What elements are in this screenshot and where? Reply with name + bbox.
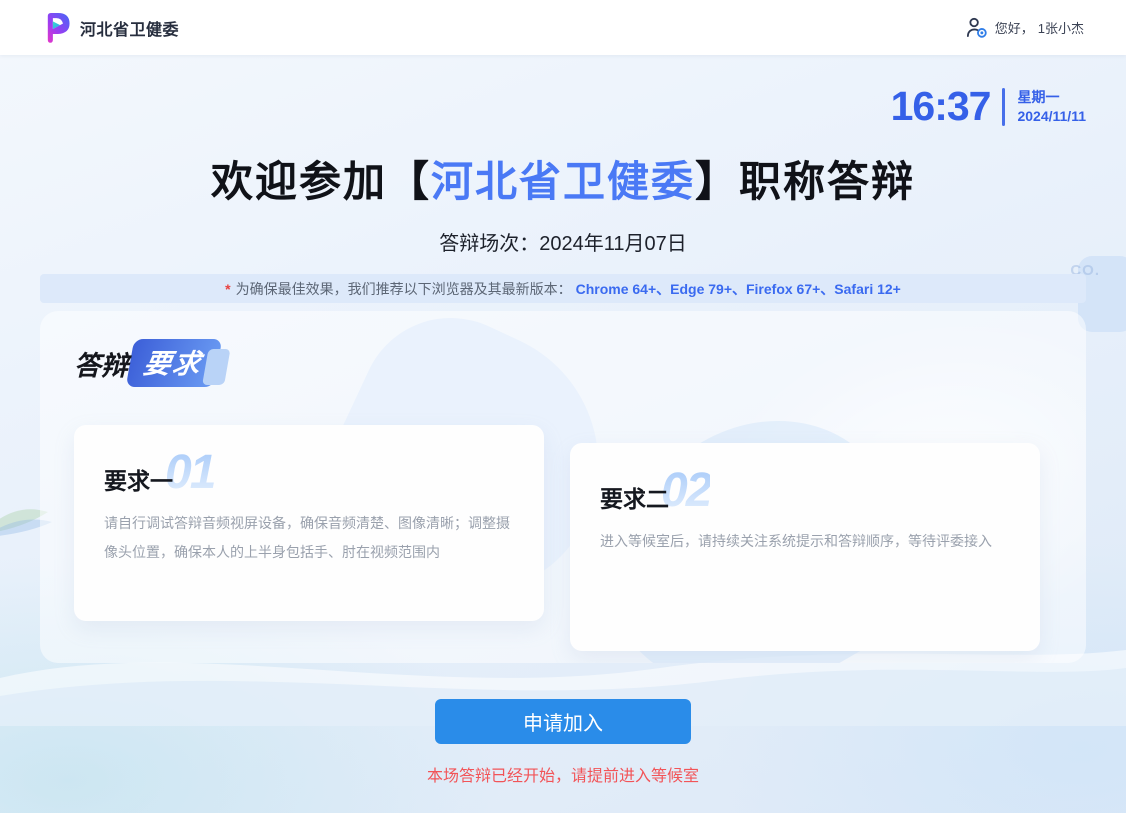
top-header: 河北省卫健委 您好，1张小杰 (0, 0, 1126, 55)
user-greeting: 您好，1张小杰 (995, 18, 1084, 37)
requirement-card-1: 要求一 01 请自行调试答辩音频视屏设备，确保音频清楚、图像清晰；调整摄像头位置… (74, 425, 544, 621)
clock-block: 16:37 星期一 2024/11/11 (891, 86, 1086, 127)
clock-divider (1002, 88, 1005, 126)
required-asterisk: * (225, 281, 230, 297)
user-avatar-icon (965, 16, 988, 39)
clock-date: 2024/11/11 (1017, 107, 1086, 126)
brand: 河北省卫健委 (42, 11, 179, 44)
section-label-plain: 答辩 (74, 344, 134, 383)
notice-text: 为确保最佳效果，我们推荐以下浏览器及其最新版本： (236, 279, 572, 299)
section-label: 答辩 要求 (74, 339, 218, 387)
clock-weekday: 星期一 (1017, 88, 1086, 107)
apply-join-button[interactable]: 申请加入 (435, 699, 691, 744)
clock-time: 16:37 (891, 86, 991, 127)
notice-browser-list: Chrome 64+、Edge 79+、Firefox 67+、Safari 1… (576, 279, 901, 299)
requirement-1-title: 要求一 (104, 462, 173, 496)
org-name: 河北省卫健委 (431, 158, 695, 205)
brand-name: 河北省卫健委 (80, 16, 179, 40)
requirement-2-body: 进入等候室后，请持续关注系统提示和答辩顺序，等待评委接入 (600, 527, 1010, 556)
username: 1张小杰 (1038, 21, 1084, 36)
session-info: 答辩场次：2024年11月07日 (0, 227, 1126, 256)
app-logo-icon (42, 11, 71, 44)
join-defense-page: 河北省卫健委 您好，1张小杰 CO. 16:37 星期一 (0, 0, 1126, 813)
requirement-2-title: 要求二 (600, 480, 669, 514)
section-label-badge: 要求 (126, 339, 222, 387)
browser-notice-banner: * 为确保最佳效果，我们推荐以下浏览器及其最新版本： Chrome 64+、Ed… (40, 274, 1086, 303)
user-account[interactable]: 您好，1张小杰 (965, 16, 1084, 39)
session-started-warning: 本场答辩已经开始，请提前进入等候室 (0, 762, 1126, 786)
requirements-panel: 答辩 要求 要求一 01 请自行调试答辩音频视屏设备，确保音频清楚、图像清晰；调… (40, 311, 1086, 663)
requirement-1-body: 请自行调试答辩音频视屏设备，确保音频清楚、图像清晰；调整摄像头位置，确保本人的上… (104, 509, 514, 566)
page-title: 欢迎参加【河北省卫健委】职称答辩 (0, 148, 1126, 209)
requirement-card-2: 要求二 02 进入等候室后，请持续关注系统提示和答辩顺序，等待评委接入 (570, 443, 1040, 651)
